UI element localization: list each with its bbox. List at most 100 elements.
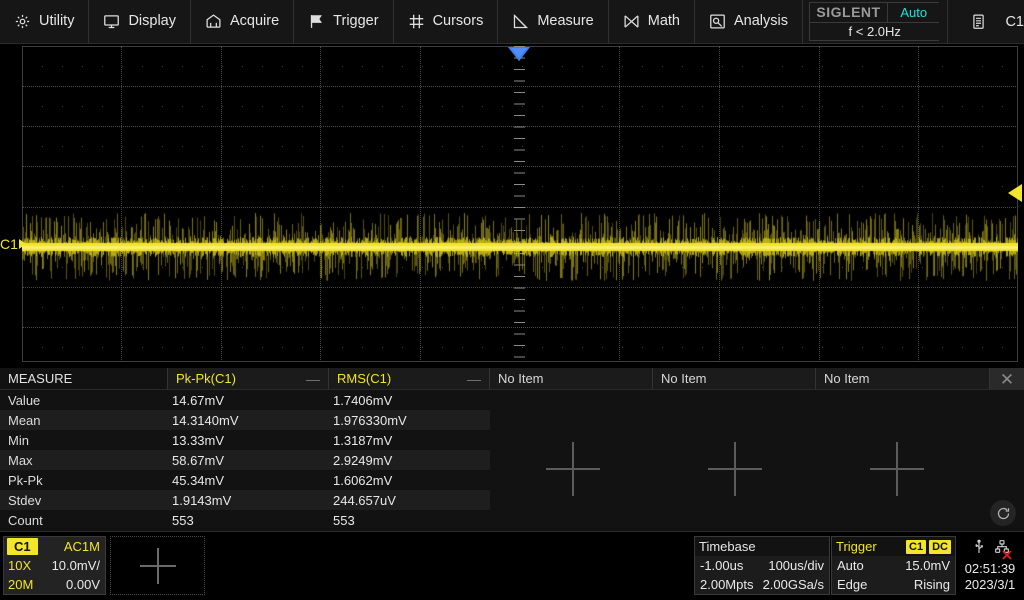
menu-item-label: Measure [537, 14, 593, 29]
menu-item-trigger[interactable]: Trigger [294, 0, 393, 43]
measure-column-header-2[interactable]: RMS(C1) — [329, 368, 490, 389]
collapse-icon[interactable]: — [306, 372, 320, 386]
system-clock: 02:51:39 [965, 561, 1016, 576]
timebase-row-2: 2.00Mpts 2.00GSa/s [695, 575, 829, 594]
stat-label: Pk-Pk [0, 473, 168, 488]
empty-measure-slots [492, 390, 1024, 531]
stat-value: 553 [168, 513, 329, 528]
siglent-logo: SIGLENT [810, 3, 888, 22]
system-date: 2023/3/1 [965, 577, 1016, 592]
stat-label: Max [0, 453, 168, 468]
stat-label: Stdev [0, 493, 168, 508]
menu-item-analysis[interactable]: Analysis [695, 0, 803, 43]
channel-probe-ratio: 10X [4, 558, 31, 573]
channel-coupling: AC1M [64, 539, 105, 554]
timebase-scale: 100us/div [768, 558, 824, 573]
menu-item-label: Math [648, 14, 680, 29]
measure-title-label: MEASURE [8, 371, 72, 386]
collapse-icon[interactable]: — [467, 372, 481, 386]
measure-column-label: No Item [661, 371, 707, 386]
menu-item-math[interactable]: Math [609, 0, 695, 43]
menu-item-label: Cursors [433, 14, 484, 29]
add-measurement-button[interactable] [708, 442, 762, 496]
stat-value: 1.3187mV [329, 433, 490, 448]
table-row: Stdev 1.9143mV 244.657uV [0, 490, 490, 510]
measure-column-header-5[interactable]: No Item [816, 368, 990, 389]
monitor-icon [103, 13, 120, 30]
measure-column-label: No Item [824, 371, 870, 386]
table-row: Min 13.33mV 1.3187mV [0, 430, 490, 450]
refresh-icon[interactable] [990, 500, 1016, 526]
trigger-slope: Rising [914, 577, 950, 592]
timebase-memory-depth: 2.00Mpts [700, 577, 753, 592]
add-measurement-button[interactable] [546, 442, 600, 496]
channel-volts-per-div: 10.0mV/ [52, 558, 105, 573]
add-channel-button[interactable] [110, 536, 205, 595]
measure-body: Value 14.67mV 1.7406mV Mean 14.3140mV 1.… [0, 390, 1024, 531]
channel-bandwidth-limit: 20M [4, 577, 33, 592]
measure-column-header-4[interactable]: No Item [653, 368, 816, 389]
channel-row-top: C1 AC1M [4, 537, 105, 556]
plus-icon [140, 548, 176, 584]
menu-right-group: C1 [947, 0, 1024, 43]
lan-disconnected-icon[interactable] [994, 539, 1010, 560]
menu-item-measure[interactable]: Measure [498, 0, 608, 43]
trigger-settings[interactable]: Trigger C1 DC Auto 15.0mV Edge Rising [831, 536, 956, 595]
clipboard-icon[interactable] [970, 13, 987, 30]
active-channel-label[interactable]: C1 [1005, 14, 1024, 30]
math-icon [623, 13, 640, 30]
stat-value: 58.67mV [168, 453, 329, 468]
menu-item-cursors[interactable]: Cursors [394, 0, 499, 43]
stat-value: 1.7406mV [329, 393, 490, 408]
table-row: Mean 14.3140mV 1.976330mV [0, 410, 490, 430]
usb-icon[interactable] [971, 539, 987, 560]
status-block[interactable]: SIGLENT Auto f < 2.0Hz [809, 2, 939, 41]
trigger-position-marker-inner [511, 48, 527, 58]
stat-value: 553 [329, 513, 490, 528]
stat-value: 1.976330mV [329, 413, 490, 428]
acquire-icon [205, 13, 222, 30]
table-row: Pk-Pk 45.34mV 1.6062mV [0, 470, 490, 490]
system-status: 02:51:39 2023/3/1 [958, 536, 1022, 595]
measure-column-label: No Item [498, 371, 544, 386]
table-row: Count 553 553 [0, 510, 490, 530]
trigger-level-marker[interactable] [1008, 184, 1022, 202]
timebase-sample-rate: 2.00GSa/s [763, 577, 824, 592]
stat-value: 45.34mV [168, 473, 329, 488]
top-menu-bar: Utility Display Acquire [0, 0, 1024, 44]
trigger-coupling-badge: DC [929, 540, 951, 554]
menu-item-label: Display [128, 14, 176, 29]
timebase-settings[interactable]: Timebase -1.00us 100us/div 2.00Mpts 2.00… [694, 536, 830, 595]
menu-item-label: Acquire [230, 14, 279, 29]
trigger-title: Trigger C1 DC [832, 537, 955, 556]
waveform-display-area[interactable]: C1 [0, 44, 1024, 364]
menu-item-display[interactable]: Display [89, 0, 191, 43]
acquisition-mode-status: Auto [888, 3, 939, 22]
oscilloscope-screen: Utility Display Acquire [0, 0, 1024, 600]
measure-column-header-1[interactable]: Pk-Pk(C1) — [168, 368, 329, 389]
menu-item-label: Analysis [734, 14, 788, 29]
waveform-trace [22, 46, 1018, 362]
frequency-counter-readout: f < 2.0Hz [810, 23, 939, 40]
menu-item-acquire[interactable]: Acquire [191, 0, 294, 43]
crosshatch-icon [408, 13, 425, 30]
trigger-row-2: Edge Rising [832, 575, 955, 594]
channel-badge[interactable]: C1 [7, 538, 38, 555]
stat-label: Mean [0, 413, 168, 428]
stat-value: 14.3140mV [168, 413, 329, 428]
channel-row-middle: 10X 10.0mV/ [4, 556, 105, 575]
menu-item-utility[interactable]: Utility [0, 0, 89, 43]
trigger-row-1: Auto 15.0mV [832, 556, 955, 575]
stat-value: 2.9249mV [329, 453, 490, 468]
table-row: Value 14.67mV 1.7406mV [0, 390, 490, 410]
channel-ground-marker[interactable]: C1 [0, 237, 26, 251]
measure-header-row: MEASURE Pk-Pk(C1) — RMS(C1) — No Item No… [0, 368, 1024, 390]
stat-label: Count [0, 513, 168, 528]
stat-value: 1.9143mV [168, 493, 329, 508]
measure-column-header-3[interactable]: No Item [490, 368, 653, 389]
stat-label: Min [0, 433, 168, 448]
close-icon[interactable]: ✕ [990, 368, 1024, 390]
channel-settings-c1[interactable]: C1 AC1M 10X 10.0mV/ 20M 0.00V [3, 536, 106, 595]
add-measurement-button[interactable] [870, 442, 924, 496]
bottom-status-bar: C1 AC1M 10X 10.0mV/ 20M 0.00V Timebase -… [0, 531, 1024, 600]
